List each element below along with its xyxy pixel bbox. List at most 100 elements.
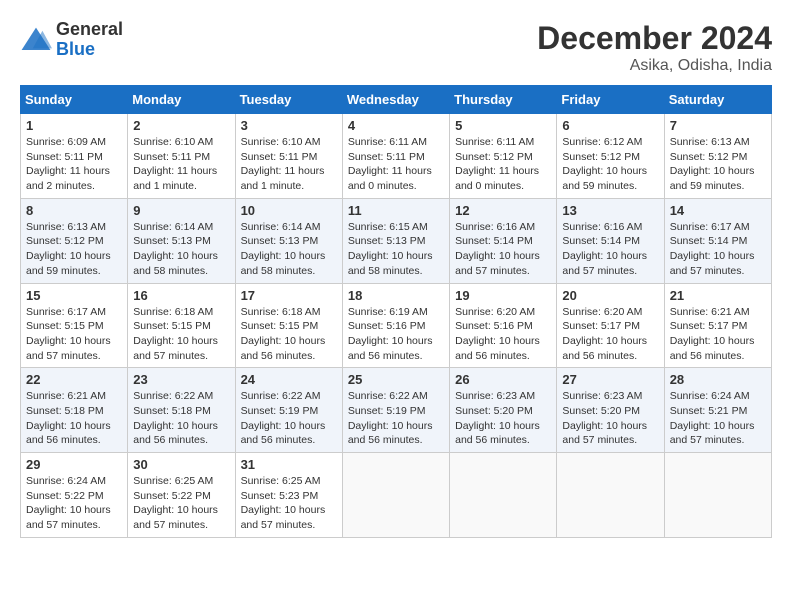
calendar-cell (664, 453, 771, 538)
day-number: 13 (562, 203, 658, 218)
day-info: Sunrise: 6:18 AM Sunset: 5:15 PM Dayligh… (241, 305, 337, 364)
weekday-header-row: SundayMondayTuesdayWednesdayThursdayFrid… (21, 86, 772, 114)
day-number: 7 (670, 118, 766, 133)
day-info: Sunrise: 6:17 AM Sunset: 5:14 PM Dayligh… (670, 220, 766, 279)
calendar-cell: 2 Sunrise: 6:10 AM Sunset: 5:11 PM Dayli… (128, 114, 235, 199)
calendar-cell: 20 Sunrise: 6:20 AM Sunset: 5:17 PM Dayl… (557, 283, 664, 368)
day-number: 22 (26, 372, 122, 387)
calendar-cell: 3 Sunrise: 6:10 AM Sunset: 5:11 PM Dayli… (235, 114, 342, 199)
day-info: Sunrise: 6:20 AM Sunset: 5:16 PM Dayligh… (455, 305, 551, 364)
day-info: Sunrise: 6:23 AM Sunset: 5:20 PM Dayligh… (455, 389, 551, 448)
logo-text: General Blue (56, 20, 123, 60)
day-number: 27 (562, 372, 658, 387)
page-header: General Blue December 2024 Asika, Odisha… (20, 20, 772, 75)
calendar-cell: 28 Sunrise: 6:24 AM Sunset: 5:21 PM Dayl… (664, 368, 771, 453)
logo: General Blue (20, 20, 123, 60)
calendar-cell: 14 Sunrise: 6:17 AM Sunset: 5:14 PM Dayl… (664, 198, 771, 283)
day-info: Sunrise: 6:11 AM Sunset: 5:11 PM Dayligh… (348, 135, 444, 194)
day-number: 31 (241, 457, 337, 472)
day-number: 5 (455, 118, 551, 133)
day-number: 14 (670, 203, 766, 218)
day-info: Sunrise: 6:12 AM Sunset: 5:12 PM Dayligh… (562, 135, 658, 194)
calendar-cell: 6 Sunrise: 6:12 AM Sunset: 5:12 PM Dayli… (557, 114, 664, 199)
calendar-week-row: 1 Sunrise: 6:09 AM Sunset: 5:11 PM Dayli… (21, 114, 772, 199)
day-number: 17 (241, 288, 337, 303)
calendar-cell: 4 Sunrise: 6:11 AM Sunset: 5:11 PM Dayli… (342, 114, 449, 199)
day-number: 15 (26, 288, 122, 303)
weekday-header: Thursday (450, 86, 557, 114)
weekday-header: Saturday (664, 86, 771, 114)
day-number: 25 (348, 372, 444, 387)
day-info: Sunrise: 6:14 AM Sunset: 5:13 PM Dayligh… (133, 220, 229, 279)
day-info: Sunrise: 6:09 AM Sunset: 5:11 PM Dayligh… (26, 135, 122, 194)
day-info: Sunrise: 6:11 AM Sunset: 5:12 PM Dayligh… (455, 135, 551, 194)
day-number: 1 (26, 118, 122, 133)
calendar-cell: 21 Sunrise: 6:21 AM Sunset: 5:17 PM Dayl… (664, 283, 771, 368)
month-title: December 2024 (537, 20, 772, 57)
title-block: December 2024 Asika, Odisha, India (537, 20, 772, 75)
day-info: Sunrise: 6:24 AM Sunset: 5:21 PM Dayligh… (670, 389, 766, 448)
day-info: Sunrise: 6:22 AM Sunset: 5:18 PM Dayligh… (133, 389, 229, 448)
day-number: 26 (455, 372, 551, 387)
day-info: Sunrise: 6:13 AM Sunset: 5:12 PM Dayligh… (670, 135, 766, 194)
day-number: 6 (562, 118, 658, 133)
day-info: Sunrise: 6:25 AM Sunset: 5:22 PM Dayligh… (133, 474, 229, 533)
day-number: 16 (133, 288, 229, 303)
weekday-header: Monday (128, 86, 235, 114)
day-info: Sunrise: 6:17 AM Sunset: 5:15 PM Dayligh… (26, 305, 122, 364)
day-number: 23 (133, 372, 229, 387)
calendar-week-row: 29 Sunrise: 6:24 AM Sunset: 5:22 PM Dayl… (21, 453, 772, 538)
calendar-cell (557, 453, 664, 538)
weekday-header: Tuesday (235, 86, 342, 114)
day-info: Sunrise: 6:16 AM Sunset: 5:14 PM Dayligh… (455, 220, 551, 279)
day-info: Sunrise: 6:10 AM Sunset: 5:11 PM Dayligh… (241, 135, 337, 194)
day-number: 20 (562, 288, 658, 303)
day-number: 3 (241, 118, 337, 133)
day-number: 18 (348, 288, 444, 303)
calendar-cell: 9 Sunrise: 6:14 AM Sunset: 5:13 PM Dayli… (128, 198, 235, 283)
calendar-cell: 15 Sunrise: 6:17 AM Sunset: 5:15 PM Dayl… (21, 283, 128, 368)
calendar-cell: 31 Sunrise: 6:25 AM Sunset: 5:23 PM Dayl… (235, 453, 342, 538)
day-number: 8 (26, 203, 122, 218)
day-info: Sunrise: 6:13 AM Sunset: 5:12 PM Dayligh… (26, 220, 122, 279)
calendar-cell: 16 Sunrise: 6:18 AM Sunset: 5:15 PM Dayl… (128, 283, 235, 368)
day-number: 24 (241, 372, 337, 387)
calendar-cell: 1 Sunrise: 6:09 AM Sunset: 5:11 PM Dayli… (21, 114, 128, 199)
calendar-cell: 8 Sunrise: 6:13 AM Sunset: 5:12 PM Dayli… (21, 198, 128, 283)
day-info: Sunrise: 6:20 AM Sunset: 5:17 PM Dayligh… (562, 305, 658, 364)
calendar-cell: 12 Sunrise: 6:16 AM Sunset: 5:14 PM Dayl… (450, 198, 557, 283)
calendar-cell: 5 Sunrise: 6:11 AM Sunset: 5:12 PM Dayli… (450, 114, 557, 199)
logo-general: General (56, 20, 123, 40)
calendar-cell: 24 Sunrise: 6:22 AM Sunset: 5:19 PM Dayl… (235, 368, 342, 453)
calendar-cell: 19 Sunrise: 6:20 AM Sunset: 5:16 PM Dayl… (450, 283, 557, 368)
day-number: 10 (241, 203, 337, 218)
calendar-week-row: 8 Sunrise: 6:13 AM Sunset: 5:12 PM Dayli… (21, 198, 772, 283)
day-number: 2 (133, 118, 229, 133)
day-number: 9 (133, 203, 229, 218)
calendar-week-row: 15 Sunrise: 6:17 AM Sunset: 5:15 PM Dayl… (21, 283, 772, 368)
day-info: Sunrise: 6:15 AM Sunset: 5:13 PM Dayligh… (348, 220, 444, 279)
weekday-header: Friday (557, 86, 664, 114)
day-info: Sunrise: 6:21 AM Sunset: 5:18 PM Dayligh… (26, 389, 122, 448)
logo-icon (20, 26, 52, 54)
calendar-cell: 10 Sunrise: 6:14 AM Sunset: 5:13 PM Dayl… (235, 198, 342, 283)
calendar-cell (342, 453, 449, 538)
day-number: 4 (348, 118, 444, 133)
day-info: Sunrise: 6:10 AM Sunset: 5:11 PM Dayligh… (133, 135, 229, 194)
day-number: 11 (348, 203, 444, 218)
calendar-cell: 29 Sunrise: 6:24 AM Sunset: 5:22 PM Dayl… (21, 453, 128, 538)
calendar-cell: 17 Sunrise: 6:18 AM Sunset: 5:15 PM Dayl… (235, 283, 342, 368)
calendar-cell: 11 Sunrise: 6:15 AM Sunset: 5:13 PM Dayl… (342, 198, 449, 283)
calendar-table: SundayMondayTuesdayWednesdayThursdayFrid… (20, 85, 772, 538)
calendar-cell: 13 Sunrise: 6:16 AM Sunset: 5:14 PM Dayl… (557, 198, 664, 283)
calendar-cell: 27 Sunrise: 6:23 AM Sunset: 5:20 PM Dayl… (557, 368, 664, 453)
calendar-cell: 18 Sunrise: 6:19 AM Sunset: 5:16 PM Dayl… (342, 283, 449, 368)
day-number: 30 (133, 457, 229, 472)
calendar-cell: 22 Sunrise: 6:21 AM Sunset: 5:18 PM Dayl… (21, 368, 128, 453)
calendar-cell: 25 Sunrise: 6:22 AM Sunset: 5:19 PM Dayl… (342, 368, 449, 453)
day-info: Sunrise: 6:22 AM Sunset: 5:19 PM Dayligh… (241, 389, 337, 448)
calendar-cell: 23 Sunrise: 6:22 AM Sunset: 5:18 PM Dayl… (128, 368, 235, 453)
calendar-cell (450, 453, 557, 538)
day-info: Sunrise: 6:18 AM Sunset: 5:15 PM Dayligh… (133, 305, 229, 364)
day-info: Sunrise: 6:22 AM Sunset: 5:19 PM Dayligh… (348, 389, 444, 448)
